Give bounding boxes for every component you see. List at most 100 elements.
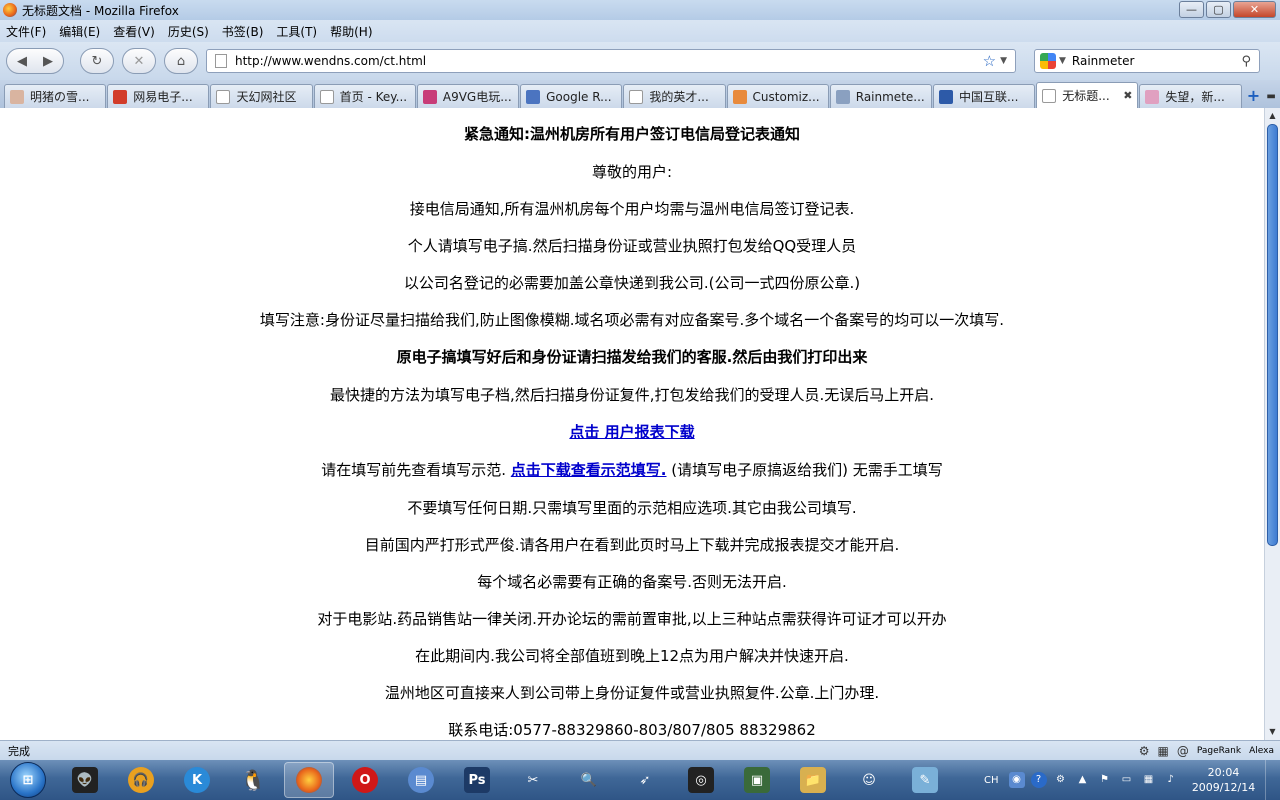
search-input[interactable]: Rainmeter	[1072, 54, 1242, 68]
url-dropdown-icon[interactable]: ▼	[1000, 56, 1007, 66]
tab-favicon-icon	[526, 89, 541, 104]
minimize-button[interactable]: —	[1179, 1, 1204, 18]
help-icon[interactable]: ?	[1030, 772, 1047, 788]
vertical-scrollbar[interactable]: ▲ ▼	[1264, 108, 1280, 740]
alexa-label[interactable]: Alexa	[1249, 746, 1274, 756]
tab-close-icon[interactable]: ✖	[1123, 89, 1132, 102]
taskbar-opera-app[interactable]: O	[340, 762, 390, 798]
tab-9[interactable]: 中国互联...	[932, 84, 1036, 108]
taskbar-raysource-app[interactable]: ◎	[676, 762, 726, 798]
tab-6[interactable]: 我的英才...	[623, 84, 726, 108]
search-icon[interactable]: ⚲	[1241, 54, 1251, 69]
addon-grid-icon[interactable]: ▦	[1157, 744, 1168, 758]
tab-5[interactable]: Google R...	[520, 84, 623, 108]
menu-edit[interactable]: 编辑(E)	[59, 23, 100, 40]
tab-1[interactable]: 网易电子...	[107, 84, 210, 108]
back-icon[interactable]: ◀	[9, 54, 35, 69]
menu-bar: 文件(F) 编辑(E) 查看(V) 历史(S) 书签(B) 工具(T) 帮助(H…	[0, 20, 1280, 42]
menu-help[interactable]: 帮助(H)	[330, 23, 372, 40]
taskbar-folder-app[interactable]: 📁	[788, 762, 838, 798]
home-icon: ⌂	[176, 53, 186, 69]
show-desktop-button[interactable]	[1264, 760, 1279, 800]
language-indicator[interactable]: CH	[984, 775, 999, 786]
stop-button[interactable]: ✕	[122, 48, 156, 74]
download-report-link[interactable]: 点击 用户报表下载	[569, 423, 694, 441]
taskbar-headset-app[interactable]: 🎧	[116, 762, 166, 798]
navigation-toolbar: ◀ ▶ ↻ ✕ ⌂ http://www.wendns.com/ct.html …	[0, 42, 1280, 80]
page-icon	[215, 54, 227, 68]
taskbar-tools-app[interactable]: ✂	[508, 762, 558, 798]
scroll-thumb[interactable]	[1267, 124, 1278, 546]
taskbar-photoshop-app[interactable]: Ps	[452, 762, 502, 798]
content-line: 个人请填写电子搞.然后扫描身份证或营业执照打包发给QQ受理人员	[407, 237, 857, 255]
start-button[interactable]: ⊞	[10, 762, 46, 798]
tab-label: 无标题...	[1062, 89, 1110, 103]
menu-tools[interactable]: 工具(T)	[276, 23, 317, 40]
opera-icon: O	[352, 767, 378, 793]
scroll-down-icon[interactable]: ▼	[1265, 724, 1280, 740]
menu-bookmarks[interactable]: 书签(B)	[222, 23, 264, 40]
taskbar-person-app[interactable]: ☺	[844, 762, 894, 798]
sample-download-link[interactable]: 点击下载查看示范填写.	[511, 461, 667, 479]
tab-label: Customiz...	[752, 89, 820, 104]
new-tab-plus-icon[interactable]: +	[1245, 86, 1263, 108]
url-input[interactable]: http://www.wendns.com/ct.html	[235, 54, 983, 68]
reload-icon: ↻	[91, 53, 103, 69]
taskbar-firefox-app[interactable]	[284, 762, 334, 798]
taskbar-search-app[interactable]: 🔍	[564, 762, 614, 798]
tab-label: 明猪の雪...	[30, 90, 90, 104]
menu-view[interactable]: 查看(V)	[113, 23, 155, 40]
taskbar-monitor-app[interactable]: ▣	[732, 762, 782, 798]
ime-icon[interactable]: ◉	[1008, 772, 1025, 788]
addon-tools-icon[interactable]: ⚙	[1139, 744, 1150, 758]
close-button[interactable]: ✕	[1233, 1, 1276, 18]
search-box[interactable]: ▼ Rainmeter ⚲	[1034, 49, 1260, 73]
taskbar-k-app[interactable]: K	[172, 762, 222, 798]
tray-expand-icon[interactable]: ▲	[1075, 772, 1091, 788]
notice-title: 紧急通知:温州机房所有用户签订电信局登记表通知	[463, 125, 800, 143]
reload-button[interactable]: ↻	[80, 48, 114, 74]
tab-11[interactable]: 失望，新...	[1139, 84, 1242, 108]
back-forward-group: ◀ ▶	[6, 48, 64, 74]
maximize-button[interactable]: ▢	[1206, 1, 1231, 18]
action-center-icon[interactable]: ⚑	[1097, 772, 1113, 788]
google-engine-icon[interactable]	[1040, 53, 1056, 69]
tab-4[interactable]: A9VG电玩...	[416, 84, 520, 108]
content-line: 每个域名必需要有正确的备案号.否则无法开启.	[477, 573, 787, 591]
pagerank-label[interactable]: PageRank	[1197, 746, 1241, 756]
taskbar-qq-app[interactable]: 🐧	[228, 762, 278, 798]
network-icon[interactable]: ▦	[1141, 772, 1157, 788]
content-line: 以公司名登记的必需要加盖公章快递到我公司.(公司一式四份原公章.)	[403, 274, 861, 292]
tab-7[interactable]: Customiz...	[726, 84, 829, 108]
clock-time: 20:04	[1207, 766, 1240, 779]
tab-0[interactable]: 明猪の雪...	[4, 84, 107, 108]
content-line: 尊敬的用户:	[591, 163, 673, 181]
menu-file[interactable]: 文件(F)	[6, 23, 46, 40]
tab-favicon-icon	[113, 89, 128, 104]
tab-2[interactable]: 天幻网社区	[210, 84, 313, 108]
bookmark-star-icon[interactable]: ☆	[983, 52, 996, 70]
device-icon[interactable]: ▭	[1119, 772, 1135, 788]
raysource-icon: ◎	[688, 767, 714, 793]
content-line: 对于电影站.药品销售站一律关闭.开办论坛的需前置审批,以上三种站点需获得许可证才…	[317, 610, 947, 628]
addon-at-icon[interactable]: @	[1177, 744, 1189, 758]
status-icons: ⚙ ▦ @ PageRank Alexa	[1139, 744, 1274, 758]
scroll-up-icon[interactable]: ▲	[1265, 108, 1280, 124]
forward-icon[interactable]: ▶	[35, 54, 61, 69]
tab-10-active[interactable]: 无标题... ✖	[1036, 82, 1139, 108]
menu-history[interactable]: 历史(S)	[168, 23, 209, 40]
clock[interactable]: 20:04 2009/12/14	[1189, 765, 1259, 795]
url-bar[interactable]: http://www.wendns.com/ct.html ☆ ▼	[206, 49, 1016, 73]
tray-settings-icon[interactable]: ⚙	[1053, 772, 1069, 788]
volume-icon[interactable]: ♪	[1163, 772, 1179, 788]
taskbar-notepad-app[interactable]: ✎	[900, 762, 950, 798]
taskbar-archive-app[interactable]: ▤	[396, 762, 446, 798]
taskbar-alien-app[interactable]: 👽	[60, 762, 110, 798]
engine-dropdown-icon[interactable]: ▼	[1059, 56, 1066, 66]
tab-8[interactable]: Rainmete...	[829, 84, 932, 108]
tab-list-icon[interactable]: ▬	[1262, 86, 1280, 108]
status-text: 完成	[8, 744, 30, 758]
home-button[interactable]: ⌂	[164, 48, 198, 74]
taskbar-bird-app[interactable]: ➶	[620, 762, 670, 798]
tab-3[interactable]: 首页 - Key...	[313, 84, 416, 108]
